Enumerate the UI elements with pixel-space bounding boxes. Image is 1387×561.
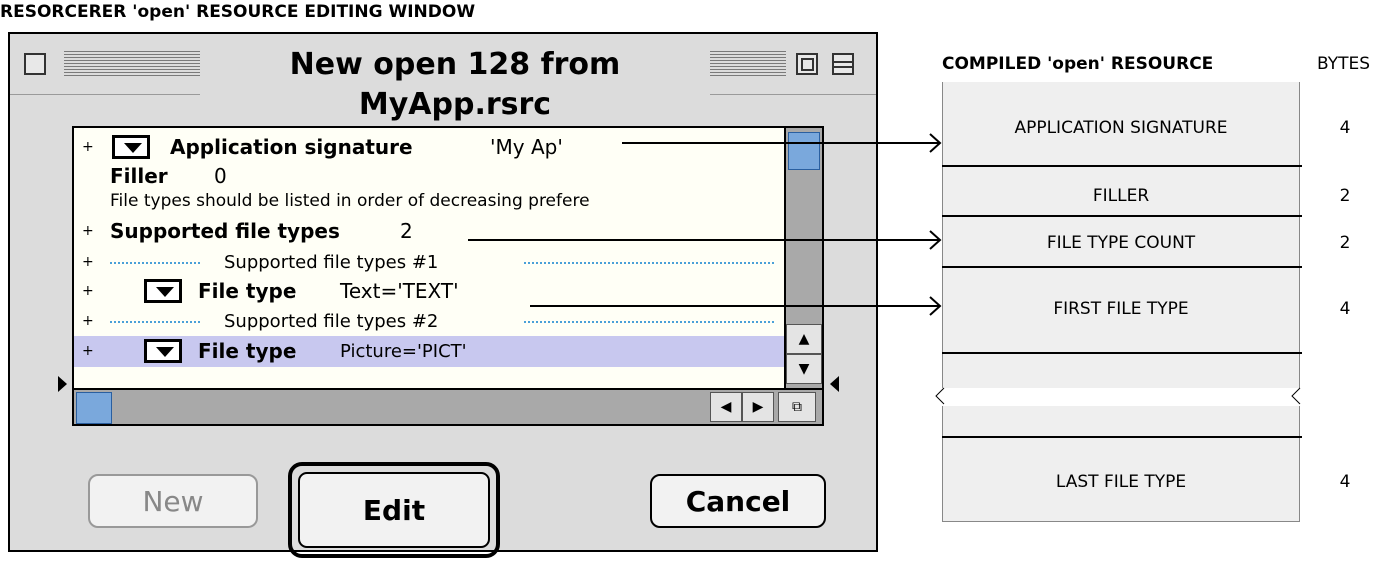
connector-overlay [468,133,1301,405]
break-mark-right [1291,387,1301,405]
break-mark-left [935,387,945,405]
